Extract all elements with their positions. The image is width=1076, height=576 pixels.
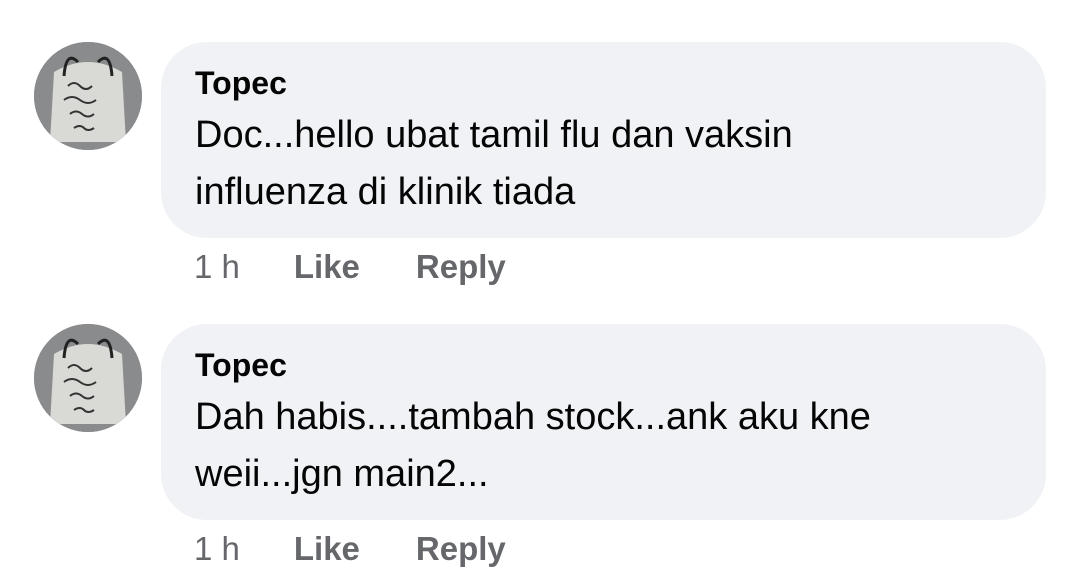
avatar[interactable]	[34, 324, 142, 432]
comment-actions: 1 h Like Reply	[194, 247, 506, 287]
reply-button[interactable]: Reply	[416, 530, 506, 568]
reply-button[interactable]: Reply	[416, 248, 506, 286]
comment-actions: 1 h Like Reply	[194, 529, 506, 569]
like-button[interactable]: Like	[294, 530, 360, 568]
comment-text: Dah habis....tambah stock...ank aku kne …	[195, 396, 871, 495]
cut-off-reply-link[interactable]: ···	[562, 0, 592, 11]
comment-author[interactable]: Topec	[195, 63, 1012, 103]
tote-bag-avatar-icon	[34, 324, 142, 432]
comment-timestamp[interactable]: 1 h	[194, 248, 240, 286]
comment-bubble: Topec Dah habis....tambah stock...ank ak…	[161, 324, 1046, 520]
comment-author[interactable]: Topec	[195, 345, 1012, 385]
avatar[interactable]	[34, 42, 142, 150]
comment-timestamp[interactable]: 1 h	[194, 530, 240, 568]
comment-bubble: Topec Doc...hello ubat tamil flu dan vak…	[161, 42, 1046, 238]
like-button[interactable]: Like	[294, 248, 360, 286]
comment-thread: ··· Topec Doc...hello ubat tamil flu dan…	[0, 0, 1076, 576]
comment-text: Doc...hello ubat tamil flu dan vaksin in…	[195, 114, 793, 213]
tote-bag-avatar-icon	[34, 42, 142, 150]
